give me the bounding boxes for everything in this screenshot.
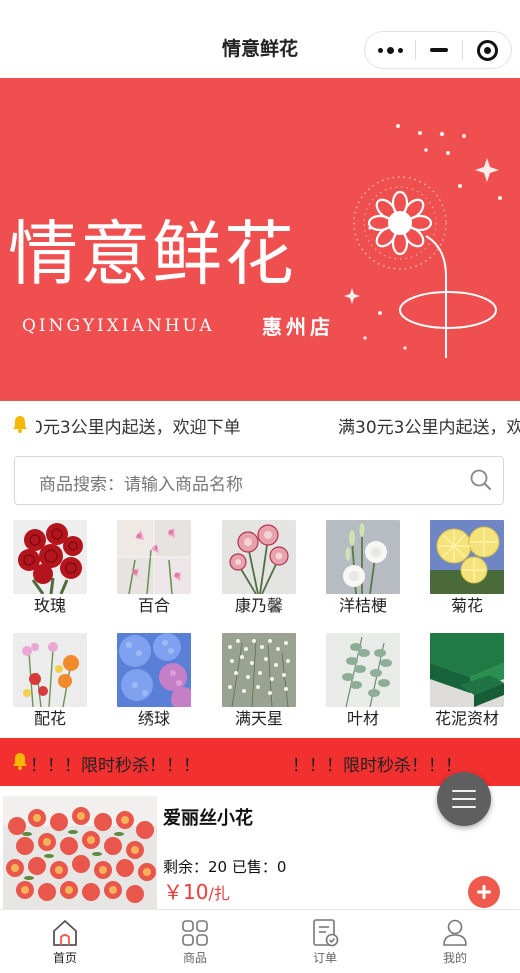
product-price: ￥10/扎 [163,876,230,905]
eustoma-photo-icon [326,520,400,594]
flower-logo-icon [344,124,502,358]
category-item-filler-flowers[interactable]: 配花 [12,633,88,737]
eucalyptus-photo-icon [326,633,400,707]
capsule-menu [364,31,512,69]
carnation-photo-icon [222,520,296,594]
category-item-floral-foam[interactable]: 花泥资材 [429,633,505,737]
close-miniprogram-button[interactable] [467,32,507,68]
babys-breath-photo-icon [222,633,296,707]
home-icon [53,920,77,946]
more-dot-icon [397,47,403,53]
menu-line-icon [452,806,476,808]
category-label: 绣球 [137,709,170,728]
tab-products[interactable]: 商品 [130,910,260,973]
flash-sale-text: ！！！限时秒杀！！！ [30,756,200,776]
target-close-icon [476,39,498,61]
floating-menu-button[interactable] [437,772,491,826]
category-item-babys-breath[interactable]: 满天星 [221,633,297,737]
product-image [3,796,157,909]
banner-store-name: 惠州店 [262,315,334,339]
more-dot-icon [386,46,394,54]
category-item-hydrangea[interactable]: 绣球 [116,633,192,737]
category-label: 洋桔梗 [338,596,387,615]
search-placeholder: 商品搜索：请输入商品名称 [39,475,243,495]
lily-photo-icon [117,520,191,594]
category-label: 叶材 [346,709,379,728]
search-icon[interactable] [469,468,493,492]
bottom-tab-bar: 首页 商品 订单 我的 [0,909,520,973]
plus-icon [477,885,491,899]
notice-marquee: 0元3公里内起送，欢迎下单 满30元3公里内起送，欢 [0,402,520,448]
tab-orders[interactable]: 订单 [260,910,390,973]
category-label: 配花 [33,709,66,728]
menu-line-icon [452,790,476,792]
category-item-rose[interactable]: 玫瑰 [12,520,88,624]
rose-photo-icon [13,520,87,594]
navigation-bar: 情意鲜花 [0,0,520,78]
category-label: 康乃馨 [234,596,283,615]
chrysanthemum-photo-icon [430,520,504,594]
minus-icon [430,48,448,52]
category-item-lily[interactable]: 百合 [116,520,192,624]
hydrangea-photo-icon [117,633,191,707]
grid-icon [182,920,208,946]
menu-line-icon [452,798,476,800]
banner-carousel[interactable]: 情意鲜花 QINGYIXIANHUA 惠州店 [0,78,520,401]
tab-label: 订单 [312,951,337,965]
banner-title: 情意鲜花 [8,213,296,295]
floral-foam-photo-icon [430,633,504,707]
bell-icon [13,753,27,770]
category-label: 菊花 [450,596,483,615]
product-stock: 剩余：20 已售：0 [163,858,287,876]
category-label: 百合 [137,596,170,615]
notice-fade [28,402,36,448]
flash-sale-text: ！！！限时秒杀！！！ [292,756,462,776]
bell-icon [13,416,27,433]
flash-sale-marquee[interactable]: ！！！限时秒杀！！！ ！！！限时秒杀！！！ [0,738,520,786]
notice-text: 0元3公里内起送，欢迎下单 [32,418,241,438]
filler-flowers-photo-icon [13,633,87,707]
tab-label: 首页 [52,951,77,965]
product-name: 爱丽丝小花 [163,808,253,829]
more-dot-icon [377,47,383,53]
notice-text: 满30元3公里内起送，欢 [338,418,520,438]
minimize-button[interactable] [421,32,457,68]
tab-profile[interactable]: 我的 [390,910,520,973]
tab-home[interactable]: 首页 [0,910,130,973]
capsule-divider [462,40,463,60]
more-options-button[interactable] [365,32,415,68]
category-label: 花泥资材 [434,709,499,728]
category-item-eucalyptus[interactable]: 叶材 [325,633,401,737]
capsule-divider [415,40,416,60]
tab-label: 我的 [442,951,467,965]
category-label: 满天星 [234,709,283,728]
user-icon [443,919,467,946]
category-item-carnation[interactable]: 康乃馨 [221,520,297,624]
banner-subtitle: QINGYIXIANHUA [22,316,215,336]
price-unit: /扎 [208,884,230,903]
category-item-chrysanthemum[interactable]: 菊花 [429,520,505,624]
order-icon [313,919,339,947]
add-to-cart-button[interactable] [468,876,500,908]
price-value: ￥10 [163,880,209,904]
category-label: 玫瑰 [33,596,66,615]
mini-program-page: 情意鲜花 情意鲜花 QINGYIXIANHUA 惠州店 0元3公里内起送，欢迎下… [0,0,520,973]
category-item-eustoma[interactable]: 洋桔梗 [325,520,401,624]
search-input[interactable]: 商品搜索：请输入商品名称 [14,456,504,505]
tab-label: 商品 [182,951,207,965]
